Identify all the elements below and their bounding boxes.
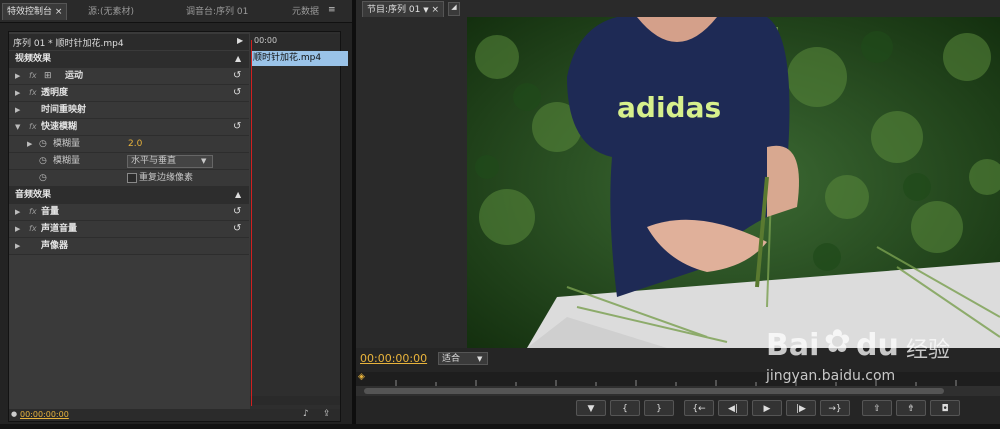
ec-playhead[interactable] bbox=[251, 40, 252, 406]
program-monitor-view[interactable]: adidas bbox=[356, 17, 1000, 348]
panel-menu-icon[interactable]: ◢ bbox=[448, 2, 460, 16]
ec-sequence-header: 序列 01 * 顺时针加花.mp4 ▶ bbox=[9, 34, 249, 50]
stopwatch-icon[interactable]: ◷ bbox=[39, 153, 47, 169]
effect-row-opacity[interactable]: ▶ fx 透明度 ↺ bbox=[9, 85, 249, 102]
lift-button[interactable]: ⇧ bbox=[862, 400, 892, 416]
goto-in-button[interactable]: {← bbox=[684, 400, 714, 416]
effect-row-volume[interactable]: ▶ fx 音量 ↺ bbox=[9, 204, 249, 221]
watermark-paw-text: du bbox=[856, 328, 899, 363]
zoom-level-dropdown[interactable]: 适合 ▼ bbox=[438, 352, 488, 365]
effect-row-channel-volume[interactable]: ▶ fx 声道音量 ↺ bbox=[9, 221, 249, 238]
ec-timeline-scrollbar[interactable] bbox=[250, 396, 340, 405]
audio-loop-icon[interactable]: ♪ bbox=[303, 409, 309, 419]
video-effects-section: 视频效果 ▲ bbox=[9, 51, 249, 68]
effect-row-time-remap[interactable]: ▶ 时间重映射 bbox=[9, 102, 249, 119]
set-in-button[interactable]: { bbox=[610, 400, 640, 416]
tab-source[interactable]: 源:(无素材) bbox=[84, 4, 138, 20]
transport-controls: ▼ { } {← ◀| ▶ |▶ →} ⇧ ⇮ ◘ bbox=[576, 400, 996, 418]
effect-controls-panel: 特效控制台 × 源:(无素材) 调音台:序列 01 元数据 ≡ 序列 01 * … bbox=[0, 0, 352, 429]
extract-button[interactable]: ⇮ bbox=[896, 400, 926, 416]
reset-icon[interactable]: ↺ bbox=[233, 119, 241, 135]
reset-icon[interactable]: ↺ bbox=[233, 204, 241, 220]
program-timecode[interactable]: 00:00:00:00 bbox=[360, 352, 427, 365]
collapse-triangle-icon[interactable]: ▼ bbox=[15, 119, 20, 135]
stopwatch-icon[interactable]: ◷ bbox=[39, 136, 47, 152]
chevron-down-icon: ▼ bbox=[201, 157, 207, 165]
sequence-clip-title: 序列 01 * 顺时针加花.mp4 bbox=[13, 39, 124, 49]
step-back-button[interactable]: ◀| bbox=[718, 400, 748, 416]
stopwatch-icon[interactable]: ◷ bbox=[39, 170, 47, 186]
set-out-button[interactable]: } bbox=[644, 400, 674, 416]
effect-row-fast-blur[interactable]: ▼ fx 快速模糊 ↺ bbox=[9, 119, 249, 136]
effect-controls-content: 序列 01 * 顺时针加花.mp4 ▶ 00:00 顺时针加花.mp4 视频效果… bbox=[8, 31, 348, 422]
collapse-up-icon[interactable]: ▲ bbox=[235, 51, 241, 67]
video-frame: adidas bbox=[467, 17, 1000, 348]
video-frame-image: adidas bbox=[467, 17, 1000, 348]
paw-icon: ✿ bbox=[824, 322, 851, 360]
step-forward-button[interactable]: |▶ bbox=[786, 400, 816, 416]
collapse-up-icon[interactable]: ▲ bbox=[235, 187, 241, 203]
tab-effect-controls[interactable]: 特效控制台 × bbox=[2, 3, 68, 20]
watermark-url: jingyan.baidu.com bbox=[766, 368, 896, 384]
reset-icon[interactable]: ↺ bbox=[233, 85, 241, 101]
marker-button[interactable]: ▼ bbox=[576, 400, 606, 416]
close-icon[interactable]: × bbox=[55, 7, 63, 17]
param-row-blurriness[interactable]: ▶ ◷ 模糊量 2.0 bbox=[9, 136, 249, 153]
panel-menu-icon[interactable]: ≡ bbox=[328, 5, 336, 15]
repeat-edge-checkbox[interactable] bbox=[127, 173, 137, 183]
blur-dimension-dropdown[interactable]: 水平与垂直 ▼ bbox=[127, 155, 213, 168]
watermark-brand: Bai bbox=[766, 328, 820, 363]
export-icon[interactable]: ⇪ bbox=[323, 409, 331, 419]
expand-arrow-icon[interactable]: ▶ bbox=[237, 36, 243, 45]
export-frame-button[interactable]: ◘ bbox=[930, 400, 960, 416]
play-button[interactable]: ▶ bbox=[752, 400, 782, 416]
reset-icon[interactable]: ↺ bbox=[233, 68, 241, 84]
tab-audio-mixer[interactable]: 调音台:序列 01 bbox=[182, 4, 252, 20]
ec-timeline-area[interactable] bbox=[250, 32, 340, 421]
left-tab-bar: 特效控制台 × 源:(无素材) 调音台:序列 01 元数据 ≡ bbox=[0, 0, 352, 23]
shirt-logo-text: adidas bbox=[617, 91, 721, 124]
param-row-repeat-edge[interactable]: ◷ 重复边缘像素 bbox=[9, 170, 249, 187]
baidu-watermark: Bai ✿ du 经验 jingyan.baidu.com bbox=[756, 318, 996, 398]
bottom-strip bbox=[0, 424, 1000, 429]
chevron-down-icon: ▼ bbox=[477, 355, 483, 363]
reset-icon[interactable]: ↺ bbox=[233, 221, 241, 237]
goto-out-button[interactable]: →} bbox=[820, 400, 850, 416]
expand-triangle-icon[interactable]: ▶ bbox=[15, 85, 20, 101]
right-tab-bar: 节目:序列 01 ▼ × ◢ bbox=[356, 0, 1000, 18]
close-icon[interactable]: × bbox=[432, 5, 440, 15]
ec-footer-timecode[interactable]: 00:00:00:00 bbox=[20, 410, 69, 419]
audio-effects-section: 音频效果 ▲ bbox=[9, 187, 249, 204]
chevron-down-icon[interactable]: ▼ bbox=[423, 6, 428, 14]
ec-footer: ● 00:00:00:00 ♪ ⇪ bbox=[9, 409, 340, 421]
expand-triangle-icon[interactable]: ▶ bbox=[15, 238, 20, 254]
tab-program[interactable]: 节目:序列 01 ▼ × bbox=[362, 1, 445, 18]
program-monitor-panel: 节目:序列 01 ▼ × ◢ adidas 00:00:00:00 适合 ▼ ◈… bbox=[356, 0, 1000, 429]
expand-triangle-icon[interactable]: ▶ bbox=[15, 204, 20, 220]
playhead-dot-icon: ● bbox=[11, 410, 18, 418]
effect-row-panner[interactable]: ▶ 声像器 bbox=[9, 238, 249, 255]
ec-time-ruler[interactable]: 00:00 bbox=[250, 34, 340, 50]
ec-clip-bar[interactable]: 顺时针加花.mp4 bbox=[251, 51, 348, 66]
tab-metadata[interactable]: 元数据 bbox=[288, 4, 323, 20]
watermark-cn: 经验 bbox=[906, 338, 951, 363]
param-row-blur-dimension[interactable]: ◷ 模糊量 水平与垂直 ▼ bbox=[9, 153, 249, 170]
effect-row-motion[interactable]: ▶ fx ⊞ 运动 ↺ bbox=[9, 68, 249, 85]
blurriness-value[interactable]: 2.0 bbox=[128, 136, 142, 152]
expand-triangle-icon[interactable]: ▶ bbox=[15, 221, 20, 237]
ec-ruler-start: 00:00 bbox=[254, 36, 278, 45]
expand-triangle-icon[interactable]: ▶ bbox=[27, 136, 32, 152]
expand-triangle-icon[interactable]: ▶ bbox=[15, 102, 20, 118]
expand-triangle-icon[interactable]: ▶ bbox=[15, 68, 20, 84]
transform-icon: ⊞ bbox=[44, 71, 52, 81]
